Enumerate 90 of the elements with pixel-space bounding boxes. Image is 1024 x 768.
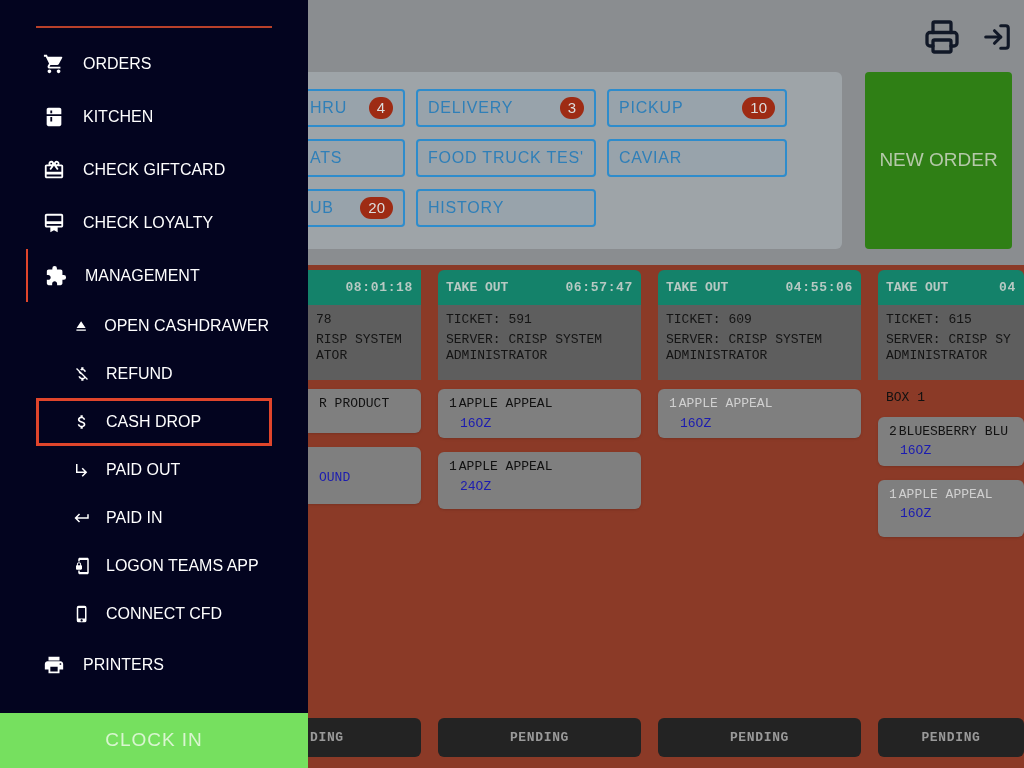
submenu-label: PAID IN xyxy=(106,508,163,528)
pending-button[interactable]: PENDING xyxy=(658,718,861,757)
item-quantity: 2 xyxy=(889,422,897,441)
menu-label: MANAGEMENT xyxy=(85,265,200,286)
item-name: APPLE APPEAL xyxy=(458,458,553,476)
puzzle-icon xyxy=(45,264,67,287)
item-name: R PRODUCT xyxy=(319,395,390,413)
cart-icon xyxy=(43,52,65,75)
item-size: 24OZ xyxy=(459,477,493,496)
submenu-item[interactable]: CONNECT CFD xyxy=(36,590,272,638)
menu-label: CHECK LOYALTY xyxy=(83,212,214,233)
submenu-item[interactable]: REFUND xyxy=(36,350,272,398)
item-size: 16OZ xyxy=(459,414,493,433)
menu-label: ORDERS xyxy=(83,53,152,74)
submenu-label: REFUND xyxy=(106,364,173,384)
elapsed-time: 08:01:18 xyxy=(345,278,413,297)
item-name: APPLE APPEAL xyxy=(458,395,553,413)
ticket-info-line: TICKET: 609 xyxy=(666,312,753,328)
phone-lock-icon xyxy=(73,557,91,575)
item-name: APPLE APPEAL xyxy=(678,395,773,413)
ticket-item[interactable]: 1APPLE APPEAL 16OZ xyxy=(878,479,1024,537)
pending-button[interactable]: PENDING xyxy=(878,718,1024,757)
submenu-item[interactable]: PAID OUT xyxy=(36,446,272,494)
ticket-item[interactable]: 1APPLE APPEAL 24OZ xyxy=(438,452,641,509)
elapsed-time: 04:55:06 xyxy=(785,278,853,297)
ticket-info-line: RISP SYSTEM xyxy=(316,332,403,348)
ticket-info-line: TICKET: 615 xyxy=(886,312,973,328)
item-quantity: 1 xyxy=(889,485,897,504)
count-badge: 3 xyxy=(559,96,584,120)
item-name: BLUESBERRY BLU xyxy=(898,422,1009,441)
ticket-item[interactable]: R PRODUCT xyxy=(308,389,421,433)
menu-label: KITCHEN xyxy=(83,106,154,127)
menu-item[interactable]: CHECK LOYALTY xyxy=(26,196,298,249)
ticket-info-line: TICKET: 591 xyxy=(446,312,533,328)
ticket-item[interactable]: 1APPLE APPEAL 16OZ xyxy=(438,389,641,438)
ticket-info-line: ADMINISTRATOR xyxy=(666,348,769,364)
new-order-button[interactable]: NEW ORDER xyxy=(865,72,1012,249)
submenu-item[interactable]: CASH DROP xyxy=(36,398,272,446)
membership-card-icon xyxy=(43,211,65,234)
ticket-item[interactable]: 1APPLE APPEAL 16OZ xyxy=(658,389,861,438)
ticket-item[interactable]: 2 BLUESBERRY BLU 16OZ xyxy=(878,416,1024,466)
elapsed-time: 06:57:47 xyxy=(565,278,633,297)
ticket-info-line: SERVER: CRISP SYSTEM xyxy=(446,332,604,348)
count-badge: 10 xyxy=(742,96,775,120)
ticket-info-line: 78 xyxy=(316,312,333,328)
submenu-item[interactable]: PAID IN xyxy=(36,494,272,542)
order-type-button[interactable]: HRU 4 xyxy=(308,89,405,127)
item-size: OUND xyxy=(319,469,352,487)
submenu-item[interactable]: LOGON TEAMS APP xyxy=(36,542,272,590)
submenu-item[interactable]: OPEN CASHDRAWER xyxy=(36,302,272,350)
menu-item[interactable]: PRINTERS xyxy=(26,638,298,691)
exit-icon[interactable] xyxy=(982,22,1012,52)
menu-label: CHECK GIFTCARD xyxy=(83,159,226,180)
item-size: 16OZ xyxy=(679,414,713,433)
ticket-info-line: ADMINISTRATOR xyxy=(446,348,549,364)
submenu-label: CONNECT CFD xyxy=(106,604,223,624)
ticket-info-line: SERVER: CRISP SY xyxy=(886,332,1012,348)
order-type-button[interactable]: DELIVERY 3 xyxy=(416,89,596,127)
item-quantity: 1 xyxy=(449,395,457,413)
submenu-label: CASH DROP xyxy=(106,412,202,432)
ticket-info-line: SERVER: CRISP SYSTEM xyxy=(666,332,824,348)
ticket-info-line: ADMINISTRATOR xyxy=(886,348,989,364)
submenu-label: OPEN CASHDRAWER xyxy=(104,316,269,336)
order-type-label: TAKE OUT xyxy=(666,278,729,297)
menu-item[interactable]: ORDERS xyxy=(26,37,298,90)
menu-item[interactable]: MANAGEMENT xyxy=(26,249,298,302)
item-name: APPLE APPEAL xyxy=(898,485,993,504)
receipt-printer-icon[interactable] xyxy=(924,19,960,55)
count-badge: 20 xyxy=(360,196,393,220)
submenu-label: PAID OUT xyxy=(106,460,181,480)
item-size: 16OZ xyxy=(899,442,933,460)
elapsed-time: 04 xyxy=(999,278,1016,297)
menu-item[interactable]: CHECK GIFTCARD xyxy=(26,143,298,196)
pending-button[interactable]: PENDING xyxy=(438,718,641,757)
ticket-item[interactable]: OUND xyxy=(308,447,421,504)
order-type-label: TAKE OUT xyxy=(446,278,509,297)
item-size: 16OZ xyxy=(899,505,933,523)
gift-card-icon xyxy=(43,158,65,181)
submenu-label: LOGON TEAMS APP xyxy=(106,556,259,576)
order-type-button[interactable]: PICKUP 10 xyxy=(607,89,787,127)
ticket-info-line: ATOR xyxy=(316,348,349,364)
order-type-label: TAKE OUT xyxy=(886,278,949,297)
pending-button[interactable]: DING xyxy=(308,718,421,757)
menu-label: PRINTERS xyxy=(83,654,164,675)
count-badge: 4 xyxy=(368,96,393,120)
order-type-button[interactable]: UB 20 xyxy=(308,189,405,227)
menu-item[interactable]: KITCHEN xyxy=(26,90,298,143)
item-quantity: 1 xyxy=(449,458,457,476)
item-quantity: 1 xyxy=(669,395,677,413)
box-label: BOX 1 xyxy=(885,389,926,407)
